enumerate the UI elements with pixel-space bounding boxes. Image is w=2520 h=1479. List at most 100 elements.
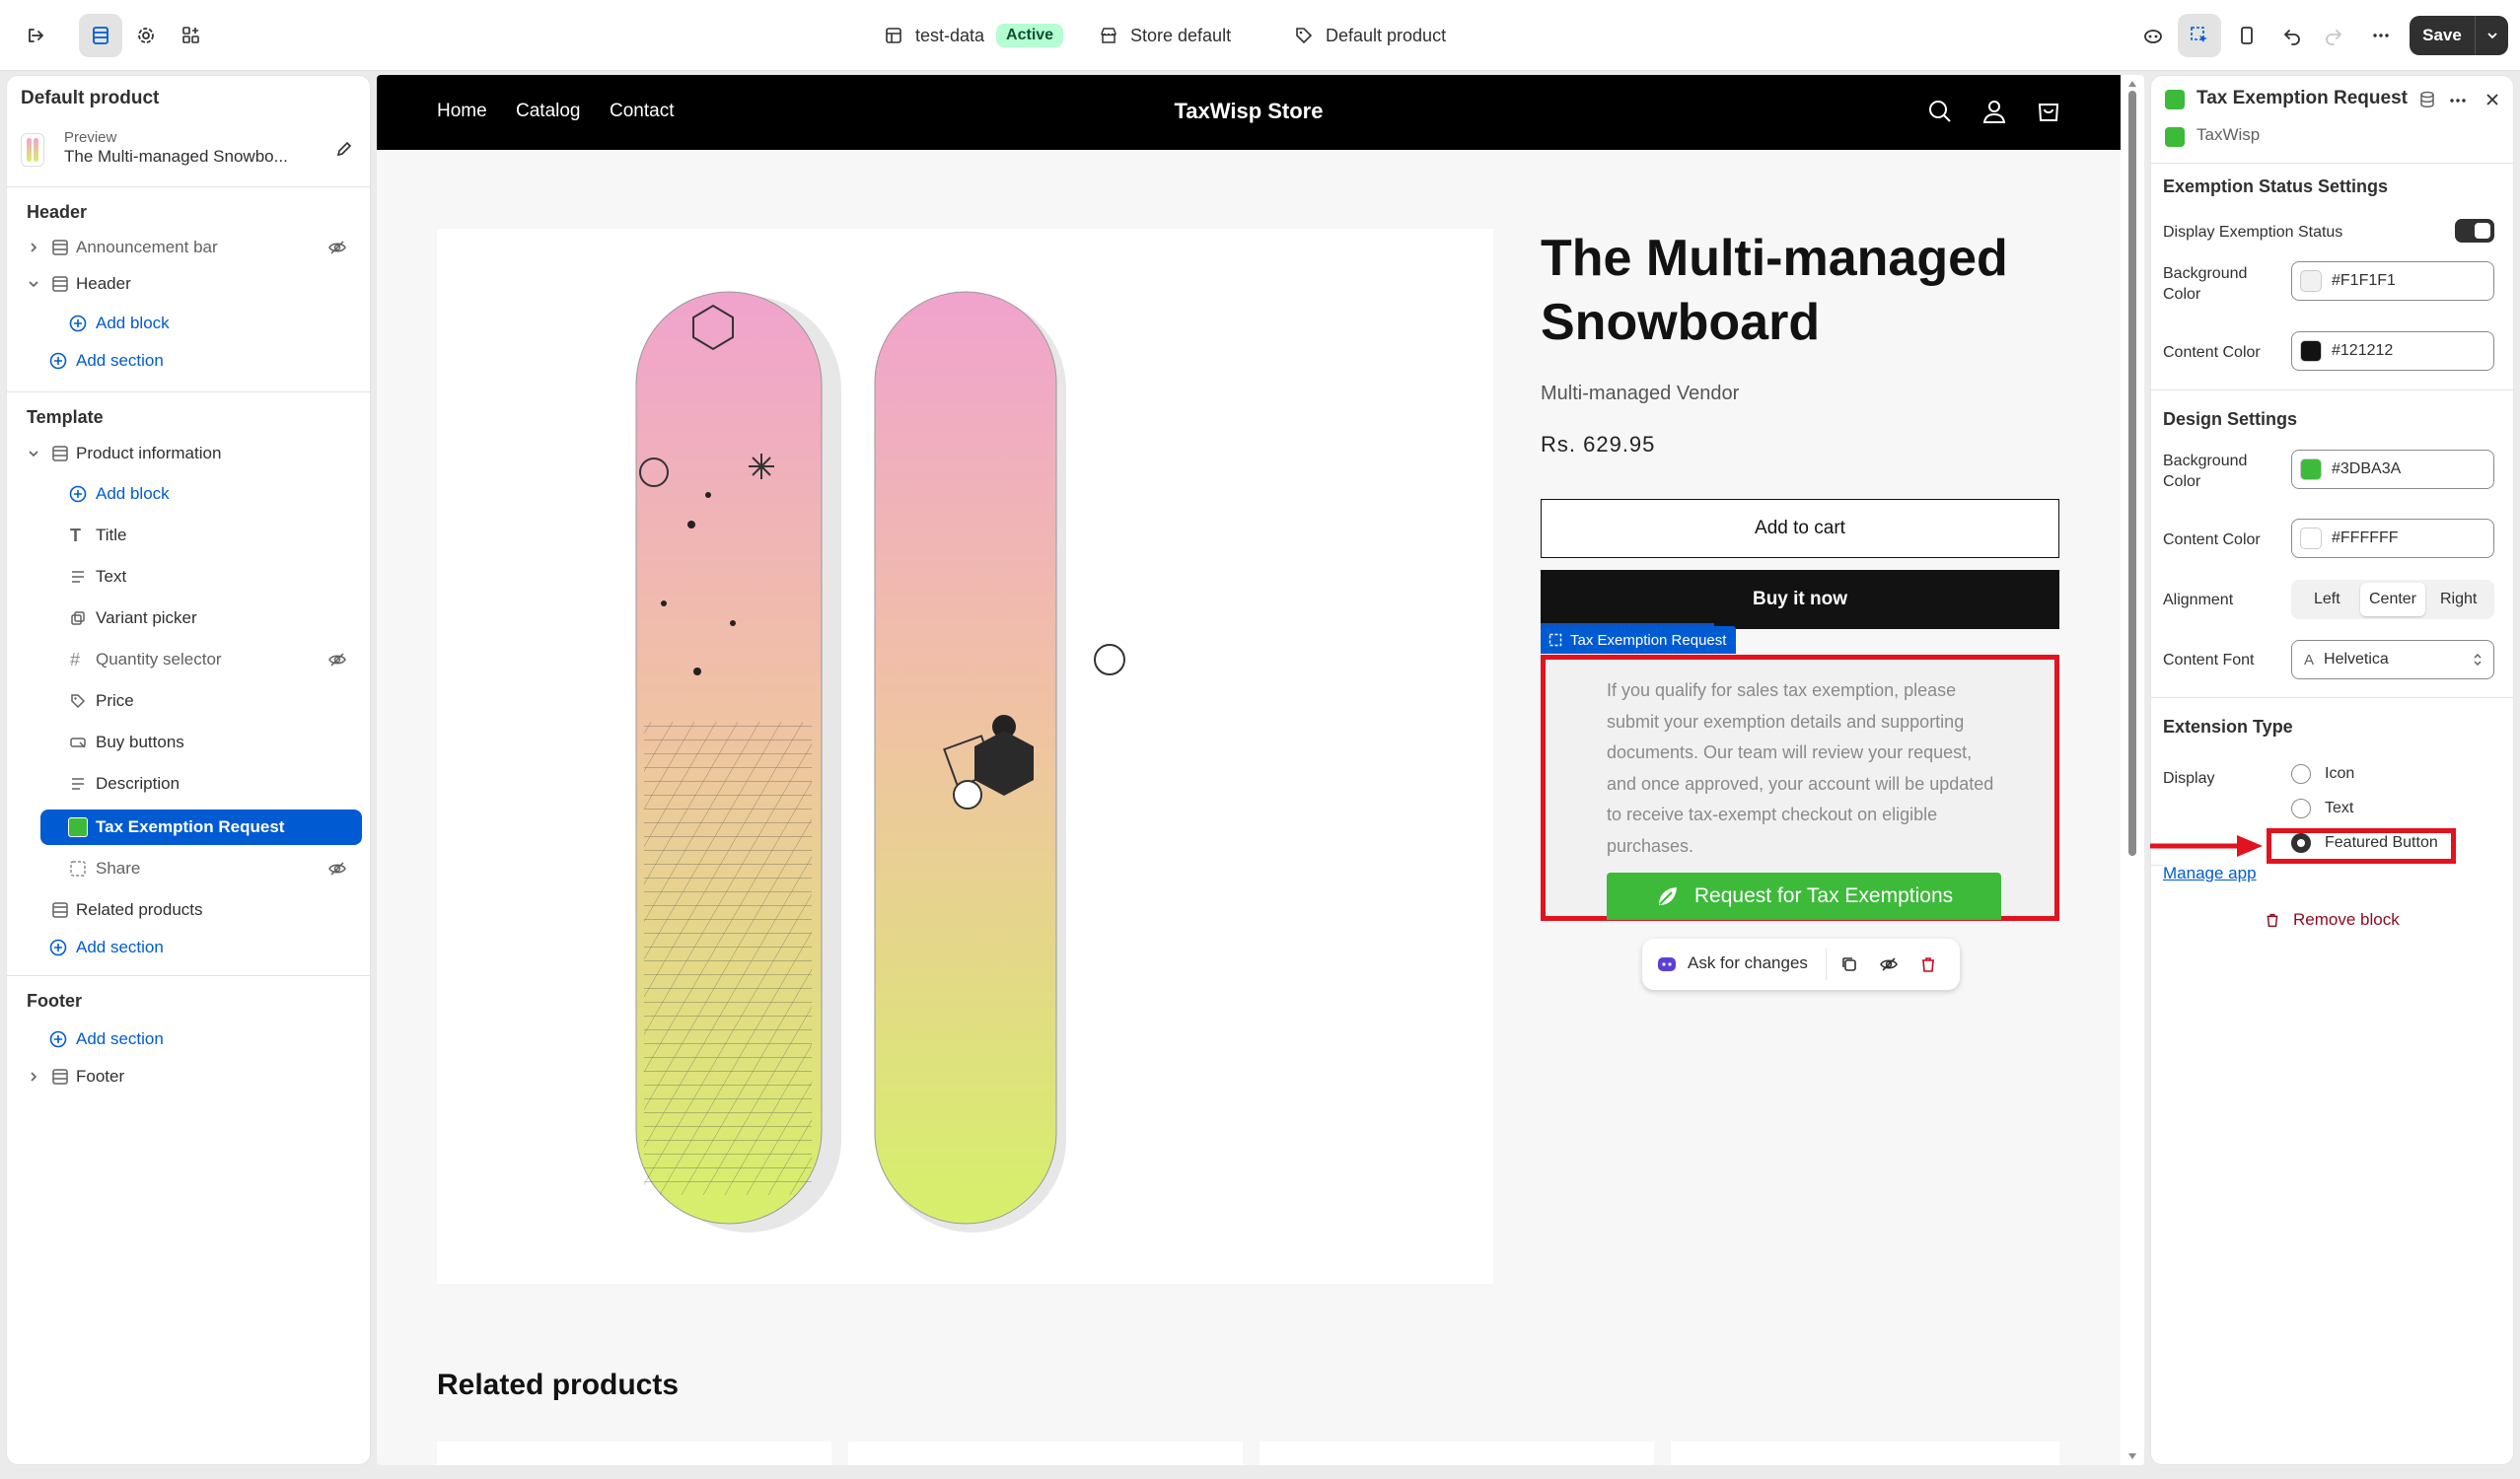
duplicate-icon[interactable] (1839, 954, 1859, 974)
related-product-card[interactable] (848, 1442, 1243, 1465)
section-related-products[interactable]: Related products (7, 890, 370, 930)
sidekick-icon (2144, 30, 2162, 43)
chevron-right-icon[interactable] (27, 1070, 40, 1084)
mobile-preview-button[interactable] (2225, 14, 2268, 57)
color-swatch[interactable] (2300, 528, 2322, 549)
related-product-card[interactable] (1671, 1442, 2059, 1465)
store-selector[interactable]: Store default (1099, 20, 1231, 51)
toggle-knob (2475, 223, 2490, 239)
alignment-center-option[interactable]: Center (2359, 583, 2426, 616)
more-horizontal-icon[interactable] (2447, 90, 2469, 111)
design-bg-value: #3DBA3A (2332, 460, 2402, 477)
app-embeds-button[interactable] (170, 14, 213, 57)
tax-exemption-block[interactable]: If you qualify for sales tax exemption, … (1541, 655, 2059, 921)
bg-color-field[interactable]: #F1F1F1 (2291, 261, 2494, 301)
redo-button[interactable] (2312, 14, 2355, 57)
block-share[interactable]: Share (7, 849, 370, 888)
block-tax-exemption-request[interactable]: Tax Exemption Request (7, 808, 370, 847)
ask-for-changes-button[interactable]: Ask for changes (1688, 953, 1808, 973)
sidekick-icon[interactable] (1656, 953, 1678, 975)
color-swatch[interactable] (2300, 458, 2322, 480)
block-description[interactable]: Description (7, 764, 370, 804)
chevron-down-icon[interactable] (27, 277, 40, 291)
radio-button[interactable] (2291, 799, 2311, 818)
color-swatch[interactable] (2300, 270, 2322, 292)
chevron-right-icon[interactable] (27, 241, 40, 254)
content-font-value: Helvetica (2324, 651, 2389, 668)
radio-button[interactable] (2291, 764, 2311, 784)
chevron-down-icon[interactable] (27, 447, 40, 460)
eye-hidden-icon[interactable] (327, 859, 347, 879)
font-glyph-icon: A (2304, 651, 2315, 669)
block-title[interactable]: T Title (7, 516, 370, 555)
database-icon[interactable] (2417, 90, 2437, 109)
product-price: Rs. 629.95 (1541, 432, 1656, 457)
scroll-up-arrow-icon[interactable] (2127, 79, 2137, 89)
request-tax-exemption-button[interactable]: Request for Tax Exemptions (1607, 873, 2001, 920)
section-announcement-bar[interactable]: Announcement bar (7, 228, 370, 267)
alignment-right-option[interactable]: Right (2425, 583, 2491, 616)
block-price[interactable]: Price (7, 681, 370, 721)
store-data-selector[interactable]: test-data Active (884, 20, 1064, 51)
exemption-settings-heading: Exemption Status Settings (2163, 176, 2389, 196)
store-logo-text[interactable]: TaxWisp Store (377, 99, 2121, 124)
close-icon[interactable] (2483, 90, 2502, 109)
color-swatch[interactable] (2300, 340, 2322, 362)
scroll-down-arrow-icon[interactable] (2127, 1451, 2137, 1461)
content-font-picker[interactable]: A Helvetica (2291, 640, 2494, 679)
block-buy-buttons[interactable]: Buy buttons (7, 723, 370, 762)
bg-color-value: #F1F1F1 (2332, 272, 2396, 289)
sections-view-button[interactable] (79, 14, 122, 57)
template-selector[interactable]: Default product (1294, 20, 1446, 51)
account-icon[interactable] (1980, 97, 2009, 126)
block-quantity-selector[interactable]: # Quantity selector (7, 640, 370, 679)
product-image[interactable] (437, 229, 1493, 1284)
remove-block-button[interactable]: Remove block (2264, 910, 2400, 930)
eye-hidden-icon[interactable] (327, 238, 347, 257)
theme-settings-button[interactable] (124, 14, 168, 57)
design-bg-field[interactable]: #3DBA3A (2291, 450, 2494, 489)
sidekick-button[interactable] (2131, 14, 2175, 57)
display-option-icon[interactable]: Icon (2291, 764, 2354, 784)
scrollbar-thumb[interactable] (2128, 91, 2136, 856)
alignment-label: Alignment (2163, 592, 2234, 608)
edit-pencil-icon[interactable] (334, 139, 354, 159)
display-option-text[interactable]: Text (2291, 799, 2353, 818)
manage-app-link[interactable]: Manage app (2163, 864, 2257, 883)
panel-title: Tax Exemption Request (2196, 88, 2408, 108)
display-status-toggle[interactable] (2455, 219, 2494, 243)
save-button[interactable]: Save (2410, 16, 2508, 55)
more-actions-button[interactable] (2359, 14, 2403, 57)
related-product-card[interactable] (437, 1442, 831, 1465)
selected-block-tag[interactable]: Tax Exemption Request (1541, 626, 1737, 654)
eye-hidden-icon[interactable] (327, 650, 347, 669)
preview-selector[interactable]: Preview The Multi-managed Snowbo... (21, 125, 358, 173)
editor-top-bar: test-data Active Store default Default p… (0, 0, 2520, 71)
alignment-left-option[interactable]: Left (2294, 583, 2360, 616)
block-variant-picker[interactable]: Variant picker (7, 599, 370, 638)
add-section-button[interactable]: Add section (7, 341, 370, 381)
buy-it-now-button[interactable]: Buy it now (1541, 570, 2059, 629)
exit-button[interactable] (14, 14, 57, 57)
add-section-button[interactable]: Add section (7, 1020, 370, 1059)
add-block-button[interactable]: Add block (7, 474, 370, 514)
inspector-button[interactable] (2178, 14, 2221, 57)
trash-icon[interactable] (1918, 954, 1938, 974)
section-footer[interactable]: Footer (7, 1057, 370, 1096)
save-options-chevron-icon[interactable] (2475, 16, 2508, 55)
hash-icon: # (70, 649, 81, 669)
related-product-card[interactable] (1260, 1442, 1654, 1465)
section-product-information[interactable]: Product information (7, 434, 370, 473)
canvas-scrollbar[interactable] (2121, 75, 2144, 1465)
block-text[interactable]: Text (7, 557, 370, 597)
eye-hidden-icon[interactable] (1879, 954, 1899, 974)
undo-button[interactable] (2270, 14, 2314, 57)
add-section-button[interactable]: Add section (7, 928, 370, 967)
section-header[interactable]: Header (7, 264, 370, 304)
add-to-cart-button[interactable]: Add to cart (1541, 499, 2059, 558)
add-block-button[interactable]: Add block (7, 304, 370, 343)
search-icon[interactable] (1925, 97, 1955, 126)
cart-icon[interactable] (2034, 97, 2063, 126)
design-content-field[interactable]: #FFFFFF (2291, 519, 2494, 558)
content-color-field[interactable]: #121212 (2291, 331, 2494, 371)
